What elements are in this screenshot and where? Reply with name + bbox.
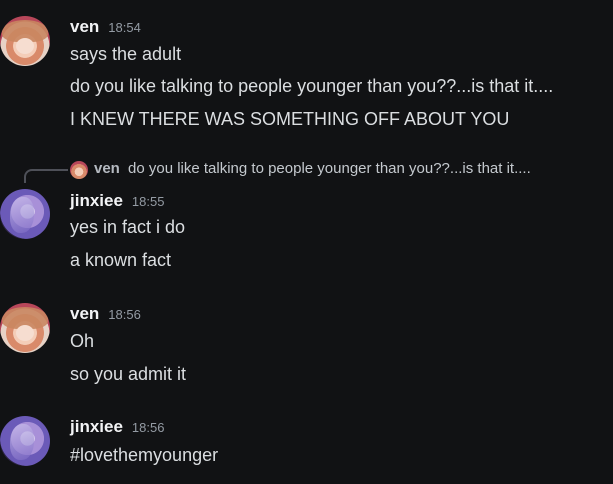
reply-text[interactable]: do you like talking to people younger th… [128,160,531,177]
timestamp[interactable]: 18:56 [132,420,165,435]
timestamp[interactable]: 18:54 [108,20,141,35]
avatar[interactable] [0,16,50,66]
message-text: says the adult [70,44,182,64]
message-text: so you admit it [70,364,187,384]
message-text: Oh [70,331,95,351]
message-text: #lovethemyounger [70,445,219,465]
reply-spine [24,169,68,183]
username[interactable]: ven [70,304,99,324]
reply-avatar [70,161,88,179]
reply-author[interactable]: ven [94,160,120,177]
avatar[interactable] [0,416,50,466]
message-header: jinxiee 18:55 [70,191,164,211]
username[interactable]: jinxiee [70,191,123,211]
username[interactable]: ven [70,17,99,37]
username[interactable]: jinxiee [70,417,123,437]
avatar[interactable] [0,189,50,239]
avatar[interactable] [0,303,50,353]
message-header: ven 18:54 [70,17,141,37]
message-header: jinxiee 18:56 [70,417,164,437]
message-text: a known fact [70,250,172,270]
message-text: do you like talking to people younger th… [70,76,554,96]
timestamp[interactable]: 18:55 [132,194,165,209]
message-text: yes in fact i do [70,217,186,237]
message-text: I KNEW THERE WAS SOMETHING OFF ABOUT YOU [70,109,510,129]
timestamp[interactable]: 18:56 [108,307,141,322]
message-header: ven 18:56 [70,304,141,324]
